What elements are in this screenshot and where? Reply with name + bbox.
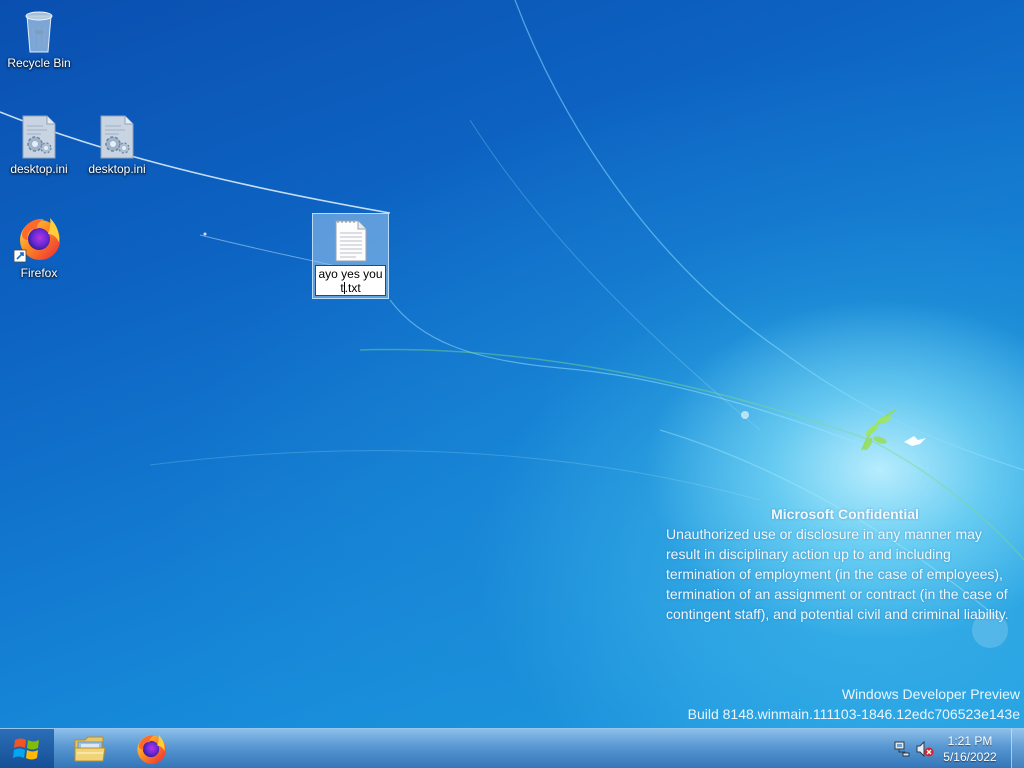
desktop-icon-recycle-bin[interactable]: Recycle Bin (1, 6, 77, 70)
start-button[interactable] (0, 729, 54, 768)
rename-filename-input[interactable]: ayo yes you t.txt (315, 265, 386, 296)
taskbar[interactable]: 1:21 PM 5/16/2022 (0, 728, 1024, 768)
settings-file-icon (100, 115, 134, 159)
volume-tray-button[interactable] (916, 740, 934, 762)
desktop-icon-desktop-ini[interactable]: desktop.ini (79, 114, 155, 176)
settings-file-icon (22, 115, 56, 159)
build-number: Build 8148.winmain.111103-1846.12edc7065… (687, 706, 1020, 722)
recycle-bin-icon (25, 11, 53, 53)
desktop-icon-label: Recycle Bin (7, 56, 71, 70)
text-file-icon (335, 220, 367, 262)
firefox-icon (14, 218, 60, 263)
system-tray: 1:21 PM 5/16/2022 (884, 729, 1024, 768)
desktop-icon-label: desktop.ini (88, 162, 146, 176)
windows-logo-icon (13, 738, 39, 759)
confidential-watermark: Microsoft Confidential Unauthorized use … (666, 504, 1016, 624)
desktop-icon-label: Firefox (20, 266, 58, 280)
network-tray-button[interactable] (894, 741, 910, 762)
taskbar-firefox-button[interactable] (123, 729, 179, 768)
watermark-body: Unauthorized use or disclosure in any ma… (666, 526, 1009, 622)
volume-muted-icon (916, 740, 934, 758)
desktop-icon-desktop-ini[interactable]: desktop.ini (1, 114, 77, 176)
firefox-icon (137, 734, 166, 764)
desktop-icon-firefox[interactable]: Firefox (1, 214, 77, 280)
watermark-title: Microsoft Confidential (771, 506, 919, 522)
taskbar-clock[interactable]: 1:21 PM 5/16/2022 (938, 733, 1002, 765)
build-watermark: Windows Developer Preview Build 8148.win… (688, 684, 1020, 724)
desktop[interactable]: Recycle Bin desktop.ini desktop.ini Fire… (0, 0, 1024, 728)
taskbar-file-explorer-button[interactable] (62, 729, 118, 768)
desktop-icon-text-file[interactable]: ayo yes you t.txt (312, 213, 389, 299)
show-desktop-button[interactable] (1011, 729, 1024, 768)
clock-date: 5/16/2022 (943, 750, 997, 764)
clock-time: 1:21 PM (947, 734, 993, 748)
network-icon (894, 741, 910, 757)
desktop-icon-label: desktop.ini (10, 162, 68, 176)
file-explorer-icon (74, 736, 106, 761)
rename-text-after-caret: .txt (344, 281, 361, 295)
build-product-name: Windows Developer Preview (841, 686, 1020, 702)
